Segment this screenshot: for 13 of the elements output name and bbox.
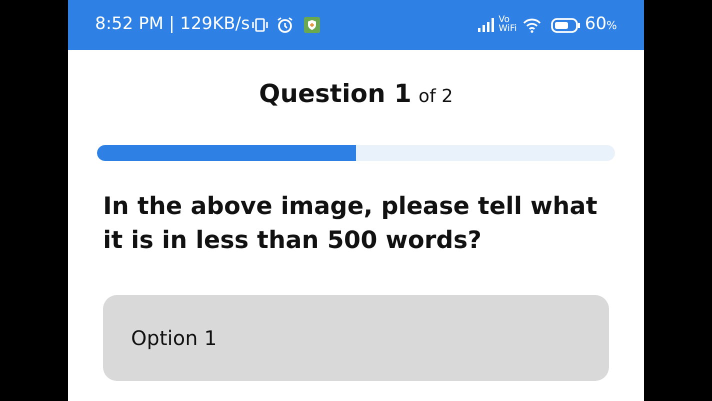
vowifi-label: Vo WiFi <box>498 16 517 34</box>
signal-icon <box>476 17 495 33</box>
battery-icon <box>550 18 581 32</box>
battery-percent: 60% <box>584 13 617 36</box>
vibrate-icon <box>252 17 268 33</box>
question-text: In the above image, please tell what it is in less than 500 words? <box>103 190 598 256</box>
wifi-icon <box>522 18 541 32</box>
alarm-icon <box>276 16 294 34</box>
question-title: Question 1 <box>258 78 412 110</box>
question-count: of 2 <box>418 85 453 109</box>
shield-icon <box>304 17 320 33</box>
status-time: 8:52 PM | 129KB/s <box>95 13 250 36</box>
option-button[interactable]: Option 1 <box>103 294 609 380</box>
